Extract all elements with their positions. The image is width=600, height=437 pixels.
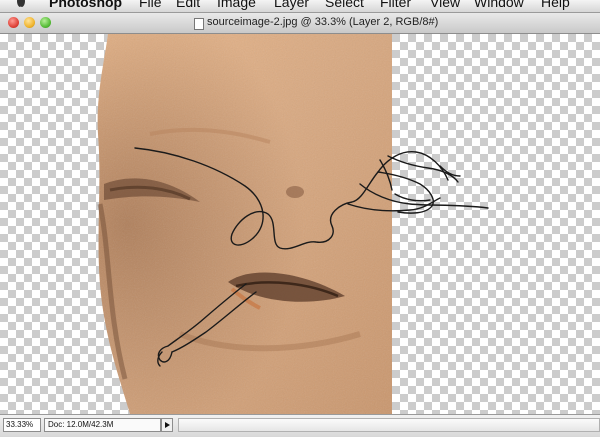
- menu-photoshop[interactable]: Photoshop: [49, 0, 122, 10]
- menu-file[interactable]: File: [139, 0, 162, 10]
- triangle-right-icon[interactable]: [161, 418, 173, 432]
- menu-bar: Photoshop File Edit Image Layer Select F…: [0, 0, 600, 13]
- document-size-info[interactable]: Doc: 12.0M/42.3M: [44, 418, 161, 432]
- rock-face-layer: [97, 34, 393, 414]
- zoom-level-field[interactable]: 33.33%: [3, 418, 41, 432]
- document-icon: [194, 18, 204, 30]
- menu-layer[interactable]: Layer: [274, 0, 309, 10]
- horizontal-scrollbar[interactable]: [178, 418, 600, 432]
- window-title: sourceimage-2.jpg @ 33.3% (Layer 2, RGB/…: [207, 16, 439, 28]
- canvas-artwork: [97, 34, 489, 414]
- close-button[interactable]: [8, 17, 19, 28]
- menu-help[interactable]: Help: [541, 0, 570, 10]
- status-bar: 33.33% Doc: 12.0M/42.3M: [0, 414, 600, 437]
- menu-window[interactable]: Window: [474, 0, 524, 10]
- document-window: sourceimage-2.jpg @ 33.3% (Layer 2, RGB/…: [0, 13, 600, 437]
- apple-icon[interactable]: [14, 0, 28, 8]
- menu-image[interactable]: Image: [217, 0, 256, 10]
- zoom-button[interactable]: [40, 17, 51, 28]
- menu-view[interactable]: View: [430, 0, 460, 10]
- minimize-button[interactable]: [24, 17, 35, 28]
- menu-filter[interactable]: Filter: [380, 0, 411, 10]
- menu-select[interactable]: Select: [325, 0, 364, 10]
- window-titlebar[interactable]: sourceimage-2.jpg @ 33.3% (Layer 2, RGB/…: [0, 13, 600, 34]
- image-canvas[interactable]: [0, 34, 600, 414]
- menu-edit[interactable]: Edit: [176, 0, 200, 10]
